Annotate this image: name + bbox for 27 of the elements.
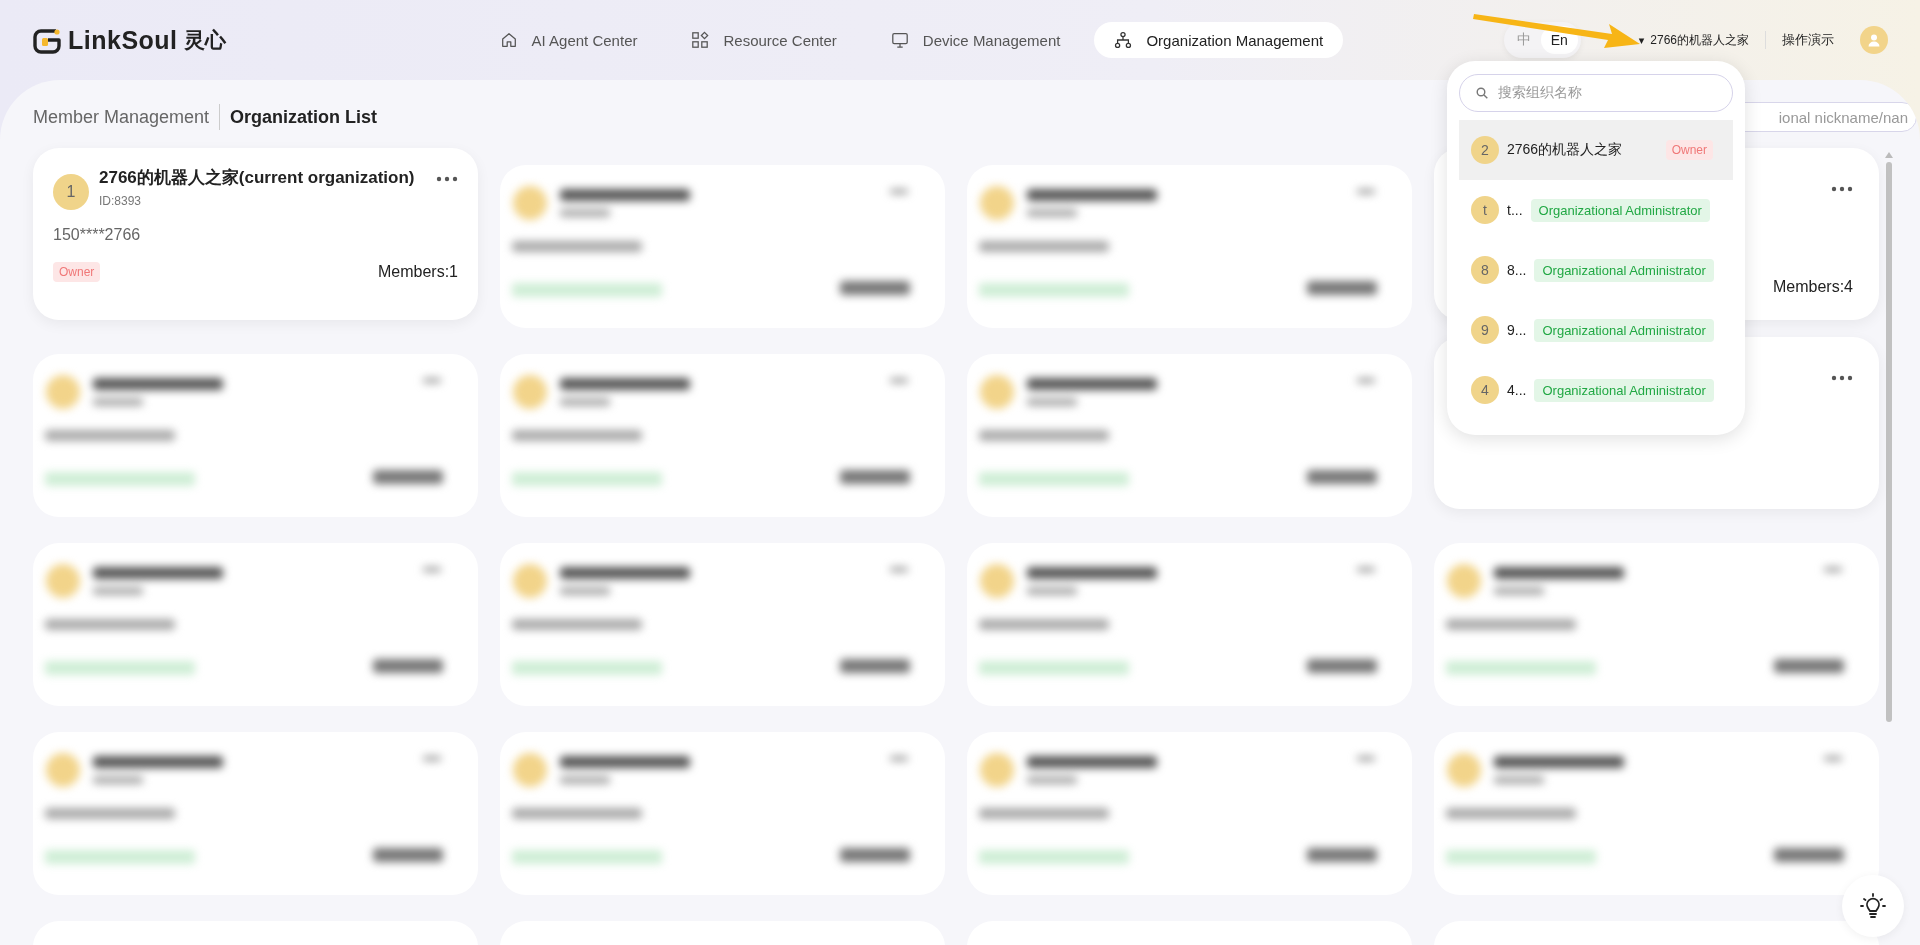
organization-id: ID:8393 xyxy=(99,194,143,208)
role-tag: Organizational Administrator xyxy=(1534,378,1714,402)
organization-initial: 2 xyxy=(1471,136,1499,164)
organization-name: 4... xyxy=(1507,382,1527,398)
role-tag: Organizational Administrator xyxy=(1530,198,1710,222)
owner-phone: 150****2766 xyxy=(53,226,142,244)
organization-initial: 1 xyxy=(53,174,89,210)
role-tag: Owner xyxy=(1665,140,1713,160)
logo-text: 灵心 xyxy=(183,27,226,53)
logo-text: LinkSoul xyxy=(68,25,178,55)
organization-initial: 4 xyxy=(1471,376,1499,404)
search-placeholder: 搜索组织名称 xyxy=(1498,84,1582,102)
member-count: Members:1 xyxy=(377,263,458,281)
organization-initial: t xyxy=(1471,196,1499,224)
role-tag: Owner xyxy=(53,262,101,282)
caret-icon: ▾ xyxy=(1638,33,1645,47)
organization-name: 2766的机器人之家 xyxy=(1650,31,1749,49)
organization-initial: 9 xyxy=(1471,316,1499,344)
organization-name: 2766的机器人之家(current organization) xyxy=(99,167,416,189)
organization-name: t... xyxy=(1507,202,1523,218)
role-tag: Organizational Administrator xyxy=(1534,318,1714,342)
organization-initial: 8 xyxy=(1471,256,1499,284)
organization-name: 2766的机器人之家 xyxy=(1507,141,1624,159)
organization-name: 8... xyxy=(1507,262,1527,278)
member-count: Members:4 xyxy=(1772,278,1853,296)
role-tag: Organizational Administrator xyxy=(1534,258,1714,282)
organization-name: 9... xyxy=(1507,322,1527,338)
